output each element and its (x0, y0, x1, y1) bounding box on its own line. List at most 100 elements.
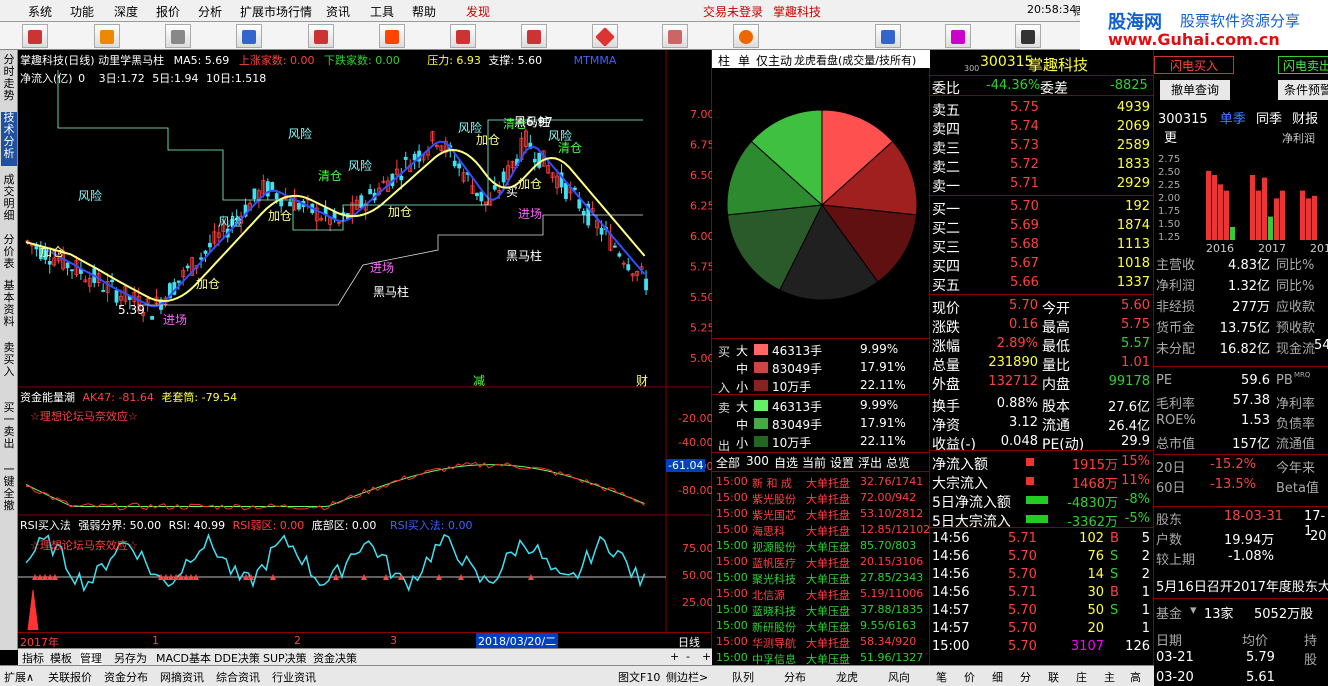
monitor-row[interactable]: 15:00 紫光国芯 大单托盘 53.10/2812 (712, 506, 930, 522)
tab-lian[interactable]: 联 (1048, 669, 1059, 685)
filter-overview[interactable]: 总览 (886, 454, 910, 471)
chart-icon[interactable] (236, 24, 262, 48)
fund-dropdown-icon[interactable]: ▾ (1190, 603, 1197, 618)
menu-tools[interactable]: 工具 (370, 3, 394, 20)
order-book-row[interactable]: 卖四 5.74 2069 (930, 118, 1154, 138)
hk-icon[interactable] (945, 24, 971, 48)
cancel-query-button[interactable]: 撤单查询 (1160, 80, 1230, 100)
filter-settings[interactable]: 设置 (830, 454, 854, 471)
tab-indicator[interactable]: 指标 (22, 650, 44, 666)
monitor-row[interactable]: 15:00 聚光科技 大单压盘 27.85/2343 (712, 570, 930, 586)
report-icon[interactable] (875, 24, 901, 48)
tab-fundamentals[interactable]: 基本资料 (1, 280, 17, 334)
tab-zhu[interactable]: 主 (1104, 669, 1115, 685)
monitor-row[interactable]: 15:00 蓝晓科技 大单压盘 37.88/1835 (712, 602, 930, 618)
tab-save-as[interactable]: 另存为 (114, 650, 147, 666)
tab-zhuang[interactable]: 庄 (1076, 669, 1087, 685)
target-icon[interactable] (733, 24, 759, 48)
tab-expand[interactable]: 扩展∧ (4, 669, 34, 685)
menu-discover[interactable]: 发现 (466, 3, 490, 20)
order-book-row[interactable]: 买三 5.68 1113 (930, 236, 1154, 256)
order-book-row[interactable]: 卖五 5.75 4939 (930, 99, 1154, 119)
monitor-row[interactable]: 15:00 蓝帆医疗 大单托盘 20.15/3106 (712, 554, 930, 570)
news-icon[interactable] (450, 24, 476, 48)
order-book-row[interactable]: 买二 5.69 1874 (930, 217, 1154, 237)
order-book-row[interactable]: 卖一 5.71 2929 (930, 175, 1154, 195)
notice-text[interactable]: 5月16日召开2017年度股东大 (1156, 576, 1328, 595)
diamond-icon[interactable] (592, 24, 618, 48)
filter-float[interactable]: 浮出 (858, 454, 882, 471)
menu-function[interactable]: 功能 (70, 3, 94, 20)
tab-wind[interactable]: 风向 (888, 669, 910, 685)
order-book-row[interactable]: 买五 5.66 1337 (930, 274, 1154, 294)
tab-quarter[interactable]: 单季 (1220, 112, 1246, 127)
tab-sell[interactable]: 买一卖出 (1, 402, 17, 456)
hot-icon[interactable] (94, 24, 120, 48)
tab-buy[interactable]: 卖买入 (1, 342, 17, 382)
zoom-in-button[interactable]: + (670, 650, 679, 663)
tab-queue[interactable]: 队列 (732, 669, 754, 685)
tab-distribution[interactable]: 分布 (784, 669, 806, 685)
menu-help[interactable]: 帮助 (412, 3, 436, 20)
tab-bi[interactable]: 笔 (936, 669, 947, 685)
condition-alert-button[interactable]: 条件预警 (1278, 80, 1328, 100)
tab-f10[interactable]: 图文F10 (618, 669, 660, 685)
ipo-icon[interactable] (1015, 24, 1041, 48)
tab-dde[interactable]: DDE决策 (214, 650, 260, 666)
monitor-row[interactable]: 15:00 北信源 大单托盘 5.19/11006 (712, 586, 930, 602)
filter-all[interactable]: 全部 (716, 454, 740, 471)
trade-icon[interactable] (22, 24, 48, 48)
order-book-row[interactable]: 买一 5.70 192 (930, 198, 1154, 218)
tab-fen[interactable]: 分 (1020, 669, 1031, 685)
menu-ext-market[interactable]: 扩展市场行情 (240, 3, 312, 20)
order-book-row[interactable]: 买四 5.67 1018 (930, 255, 1154, 275)
monitor-row[interactable]: 15:00 紫光股份 大单托盘 72.00/942 (712, 490, 930, 506)
scroll-right-button[interactable]: + (702, 650, 711, 663)
filter-300[interactable]: 300 (746, 454, 769, 468)
calendar-icon[interactable] (521, 24, 547, 48)
kline-svg[interactable]: 7.00 6.75 6.50 6.25 6.00 5.75 5.50 5.25 5.00 -20.… (18, 50, 712, 648)
tab-fund-dist[interactable]: 资金分布 (104, 669, 148, 685)
tab-technical[interactable]: 技术分析 (1, 112, 17, 166)
tab-related-quote[interactable]: 关联报价 (48, 669, 92, 685)
tab-sidebar[interactable]: 侧边栏> (666, 669, 708, 685)
fire-icon[interactable] (379, 24, 405, 48)
menu-system[interactable]: 系统 (28, 3, 52, 20)
tab-active[interactable]: 仅主动 (756, 52, 792, 69)
menu-quote[interactable]: 报价 (156, 3, 180, 20)
menu-depth[interactable]: 深度 (114, 3, 138, 20)
tab-fund-decision[interactable]: 资金决策 (313, 650, 357, 666)
menu-analysis[interactable]: 分析 (198, 3, 222, 20)
tab-template[interactable]: 模板 (50, 650, 72, 666)
tab-cancel-all[interactable]: 一键全撤 (1, 464, 17, 518)
flash-sell-button[interactable]: 闪电卖出 (1278, 56, 1328, 74)
tab-report[interactable]: 财报 (1292, 112, 1318, 127)
monitor-row[interactable]: 15:00 新 和 成 大单托盘 32.76/1741 (712, 474, 930, 490)
tab-trades[interactable]: 成交明细 (1, 174, 17, 228)
list-icon[interactable] (308, 24, 334, 48)
tab-intraday[interactable]: 分时走势 (1, 54, 17, 108)
tab-dragon[interactable]: 龙虎 (836, 669, 858, 685)
flash-buy-button[interactable]: 闪电买入 (1154, 56, 1234, 74)
tab-industry-news[interactable]: 行业资讯 (272, 669, 316, 685)
tab-combined-news[interactable]: 综合资讯 (216, 669, 260, 685)
login-status[interactable]: 交易未登录 (703, 3, 763, 20)
tab-sup[interactable]: SUP决策 (263, 650, 307, 666)
tab-xi[interactable]: 细 (992, 669, 1003, 685)
menu-news[interactable]: 资讯 (326, 3, 350, 20)
filter-current[interactable]: 当前 (802, 454, 826, 471)
monitor-row[interactable]: 15:00 视源股份 大单压盘 85.70/803 (712, 538, 930, 554)
tab-macd[interactable]: MACD基本 (156, 650, 211, 666)
monitor-row[interactable]: 15:00 华测导航 大单托盘 58.34/920 (712, 634, 930, 650)
tab-manage[interactable]: 管理 (80, 650, 102, 666)
filter-fav[interactable]: 自选 (774, 454, 798, 471)
monitor-row[interactable]: 15:00 新研股份 大单压盘 9.55/6163 (712, 618, 930, 634)
order-book-row[interactable]: 卖三 5.73 2589 (930, 137, 1154, 157)
tab-single[interactable]: 单 (738, 52, 750, 69)
order-book-row[interactable]: 卖二 5.72 1833 (930, 156, 1154, 176)
tab-jia[interactable]: 价 (964, 669, 975, 685)
tab-same-quarter[interactable]: 同季 (1256, 112, 1282, 127)
settings-icon[interactable] (165, 24, 191, 48)
zoom-out-button[interactable]: - (686, 650, 690, 663)
monitor-row[interactable]: 15:00 中孚信息 大单压盘 51.96/1327 (712, 650, 930, 665)
